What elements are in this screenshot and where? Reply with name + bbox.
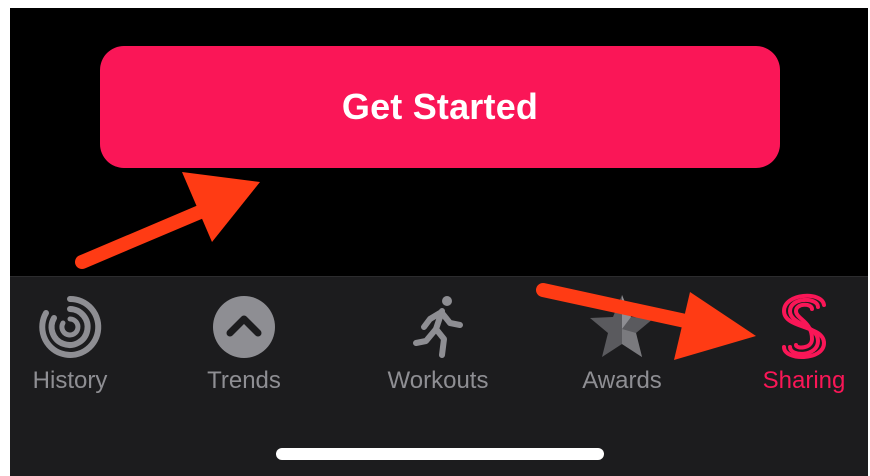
home-indicator[interactable] xyxy=(276,448,604,460)
tab-trends-label: Trends xyxy=(207,367,281,394)
trends-chevron-up-icon xyxy=(213,296,275,358)
get-started-label: Get Started xyxy=(341,86,539,127)
activity-screen: Get Started History Trends Workouts Awar… xyxy=(10,8,868,476)
tab-history-label: History xyxy=(32,367,108,394)
tab-workouts-label: Workouts xyxy=(387,367,489,394)
tab-history[interactable]: History xyxy=(10,291,145,395)
star-award-icon xyxy=(590,295,654,357)
tab-sharing[interactable]: Sharing xyxy=(729,291,868,395)
history-rings-icon xyxy=(39,295,102,358)
tab-awards-label: Awards xyxy=(582,367,662,394)
get-started-button[interactable]: Get Started xyxy=(100,46,780,168)
tab-sharing-label: Sharing xyxy=(762,367,846,394)
tab-bar: History Trends Workouts Awards Sharing xyxy=(10,276,868,476)
tab-trends[interactable]: Trends xyxy=(169,291,319,395)
tab-workouts[interactable]: Workouts xyxy=(363,291,513,395)
sharing-s-icon xyxy=(781,293,827,360)
tab-awards[interactable]: Awards xyxy=(547,291,697,395)
running-figure-icon xyxy=(413,296,463,358)
